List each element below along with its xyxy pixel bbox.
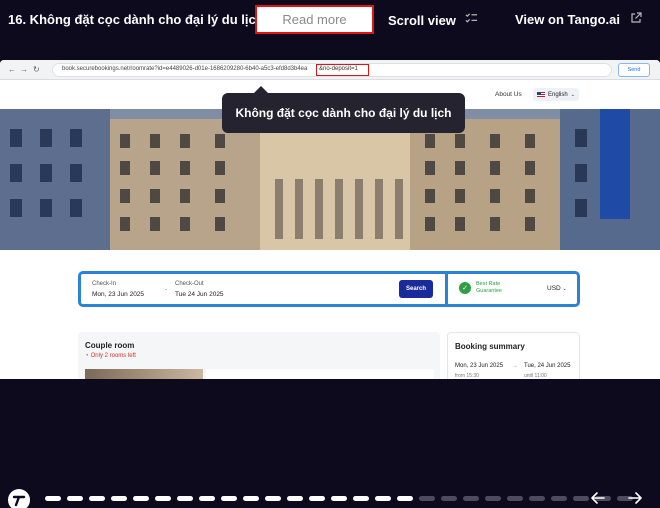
progress-dot[interactable] [67, 496, 83, 501]
progress-dot[interactable] [375, 496, 391, 501]
view-on-tango-label: View on Tango.ai [515, 12, 620, 27]
badge-check-icon: ✓ [459, 282, 471, 294]
booking-search-panel: Check-In Mon, 23 Jun 2025 - Check-Out Tu… [78, 271, 580, 307]
progress-dot[interactable] [199, 496, 215, 501]
progress-dot[interactable] [551, 496, 567, 501]
forward-icon[interactable]: → [20, 65, 28, 74]
progress-dot[interactable] [309, 496, 325, 501]
address-bar[interactable]: book.securebookings.net/roomrate?id=e448… [52, 63, 612, 77]
progress-dot[interactable] [243, 496, 259, 501]
progress-dot[interactable] [529, 496, 545, 501]
language-label: English [548, 91, 568, 98]
step-title: 16. Không đặt cọc dành cho đại lý du lịc… [8, 12, 264, 27]
progress-dot[interactable] [221, 496, 237, 501]
progress-dot[interactable] [287, 496, 303, 501]
previous-step-button[interactable] [590, 490, 606, 506]
progress-dot[interactable] [89, 496, 105, 501]
room-details-area [206, 369, 434, 379]
arrow-right-icon [628, 492, 642, 504]
progress-dot-current[interactable] [397, 496, 413, 501]
chevron-down-icon: ⌄ [562, 286, 567, 292]
room-availability-text: Only 2 rooms left [90, 353, 136, 359]
checkout-label: Check-Out [175, 281, 204, 287]
best-rate-line1: Best Rate [476, 281, 501, 287]
arrow-left-icon [591, 492, 605, 504]
best-rate-badge: ✓ Best Rate Guarantee [459, 281, 502, 295]
progress-dot[interactable] [265, 496, 281, 501]
room-card: Couple room ◔ Only 2 rooms left [78, 332, 440, 379]
best-rate-line2: Guarantee [476, 288, 502, 294]
progress-dot[interactable] [155, 496, 171, 501]
step-progress [45, 496, 633, 501]
language-selector[interactable]: English ⌄ [533, 88, 579, 101]
progress-dot[interactable] [133, 496, 149, 501]
progress-dot[interactable] [463, 496, 479, 501]
progress-dot[interactable] [507, 496, 523, 501]
panel-divider [445, 274, 448, 304]
booking-summary-title: Booking summary [455, 342, 525, 351]
step-tooltip: Không đặt cọc dành cho đại lý du lịch [222, 86, 465, 133]
chevron-down-icon: ⌄ [570, 91, 575, 98]
extension-button[interactable]: Send [618, 63, 650, 77]
checkout-value[interactable]: Tue 24 Jun 2025 [175, 291, 224, 298]
progress-dot[interactable] [573, 496, 589, 501]
about-us-link[interactable]: About Us [495, 91, 522, 98]
next-step-button[interactable] [627, 490, 643, 506]
view-on-tango-link[interactable]: View on Tango.ai [515, 12, 642, 27]
summary-checkout-time: until 11:00 [524, 373, 547, 379]
summary-checkin-date: Mon, 23 Jun 2025 [455, 363, 504, 369]
room-availability: ◔ Only 2 rooms left [85, 353, 136, 359]
progress-dot[interactable] [353, 496, 369, 501]
summary-checkout-date: Tue, 24 Jun 2025 [524, 363, 571, 369]
checkin-value[interactable]: Mon, 23 Jun 2025 [92, 291, 144, 298]
clock-icon: ◔ [85, 353, 89, 359]
progress-dot[interactable] [485, 496, 501, 501]
url-text: book.securebookings.net/roomrate?id=e448… [62, 66, 308, 72]
date-separator: - [165, 287, 167, 293]
step-screenshot: ← → ↻ book.securebookings.net/roomrate?i… [0, 60, 660, 379]
summary-checkin-time: from 15:30 [455, 373, 479, 379]
progress-dot[interactable] [331, 496, 347, 501]
checkin-label: Check-In [92, 281, 117, 287]
us-flag-icon [537, 92, 546, 97]
tango-logo-icon [8, 489, 30, 508]
arrow-right-icon: → [512, 363, 518, 369]
scroll-view-label: Scroll view [388, 12, 456, 28]
progress-dot[interactable] [45, 496, 61, 501]
progress-dot[interactable] [111, 496, 127, 501]
read-more-button[interactable]: Read more [255, 5, 374, 34]
top-bar: 16. Không đặt cọc dành cho đại lý du lịc… [0, 0, 660, 42]
currency-label: USD [547, 285, 561, 292]
progress-dot[interactable] [441, 496, 457, 501]
url-highlight: &no-deposit=1 [316, 64, 369, 76]
back-icon[interactable]: ← [8, 65, 16, 74]
checklist-icon [465, 12, 478, 28]
progress-dot[interactable] [419, 496, 435, 501]
currency-selector[interactable]: USD ⌄ [547, 285, 567, 292]
external-link-icon [630, 12, 642, 27]
room-title: Couple room [85, 341, 135, 350]
progress-dot[interactable] [177, 496, 193, 501]
room-photo[interactable] [85, 369, 203, 379]
reload-icon[interactable]: ↻ [33, 65, 40, 74]
booking-summary-card: Booking summary Mon, 23 Jun 2025 → Tue, … [447, 332, 580, 379]
search-button[interactable]: Search [399, 280, 433, 298]
scroll-view-button[interactable]: Scroll view [388, 12, 478, 28]
browser-toolbar: ← → ↻ book.securebookings.net/roomrate?i… [0, 60, 660, 80]
